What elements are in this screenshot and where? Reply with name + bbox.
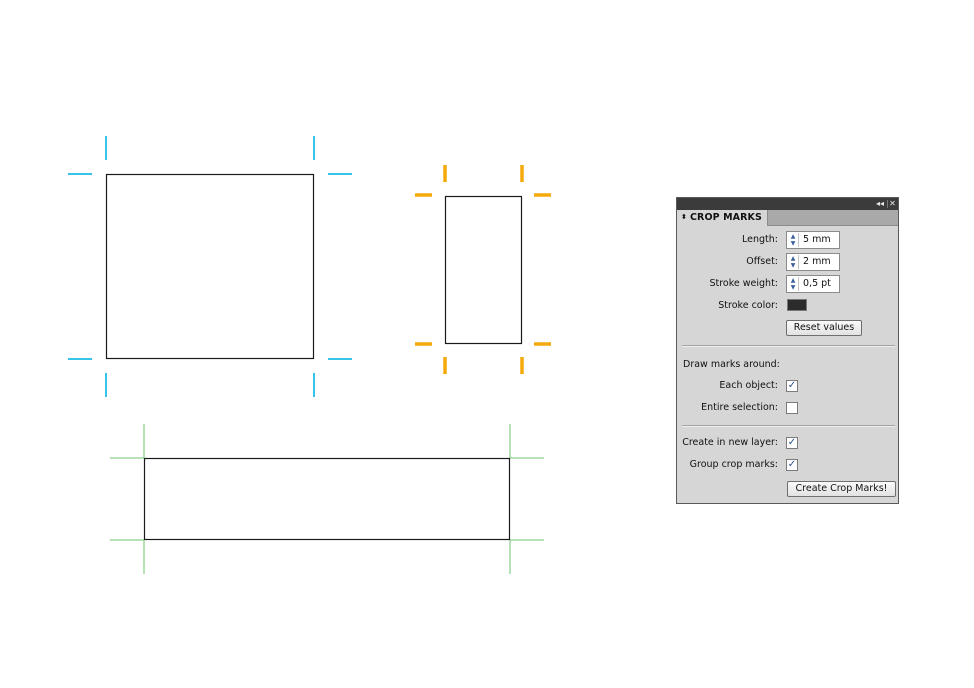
tab-options-arrows-icon: ⬍ [681,213,687,221]
panel-titlebar[interactable]: ◂◂ ✕ [677,198,898,210]
create-crop-marks-button[interactable]: Create Crop Marks! [787,481,896,497]
length-label: Length: [742,234,778,245]
collapse-panel-icon[interactable]: ◂◂ [875,198,885,210]
length-stepper[interactable]: ▲ ▼ 5 mm [786,231,840,249]
offset-stepper[interactable]: ▲ ▼ 2 mm [786,253,840,271]
cyan-target-rectangle[interactable] [105,173,315,360]
stepper-arrows-icon[interactable]: ▲ ▼ [788,277,799,291]
stroke-color-swatch[interactable] [787,299,807,311]
tab-crop-marks[interactable]: ⬍ CROP MARKS [677,210,768,226]
orange-target-rectangle[interactable] [444,195,523,345]
cyan-crop-marks [68,136,352,397]
entire-selection-label: Entire selection: [701,402,778,413]
cyan-crop-marked-rectangle[interactable] [68,136,352,397]
green-target-rectangle[interactable] [143,457,511,541]
panel-tabbar: ⬍ CROP MARKS [677,210,898,226]
entire-selection-checkbox[interactable] [786,402,798,414]
stroke-weight-stepper[interactable]: ▲ ▼ 0,5 pt [786,275,840,293]
reset-values-button[interactable]: Reset values [786,320,862,336]
tab-title: CROP MARKS [689,212,762,223]
group-crop-marks-checkbox[interactable]: ✓ [786,459,798,471]
stroke-weight-value[interactable]: 0,5 pt [803,276,831,292]
section-divider [682,345,895,347]
crop-marks-panel: ◂◂ ✕ ⬍ CROP MARKS Length: ▲ ▼ 5 mm Offset:… [676,197,899,504]
stroke-color-label: Stroke color: [718,300,778,311]
stepper-arrows-icon[interactable]: ▲ ▼ [788,233,799,247]
green-crop-marks [110,424,544,574]
close-icon[interactable]: ✕ [888,198,897,210]
stepper-arrows-icon[interactable]: ▲ ▼ [788,255,799,269]
orange-crop-marked-rectangle[interactable] [415,165,551,374]
section-divider [682,425,895,427]
each-object-checkbox[interactable]: ✓ [786,380,798,392]
create-in-new-layer-checkbox[interactable]: ✓ [786,437,798,449]
create-in-new-layer-label: Create in new layer: [682,437,778,448]
group-crop-marks-label: Group crop marks: [689,459,778,470]
offset-label: Offset: [746,256,778,267]
stroke-weight-label: Stroke weight: [709,278,778,289]
offset-value[interactable]: 2 mm [803,254,831,270]
draw-marks-around-label: Draw marks around: [683,359,780,370]
length-value[interactable]: 5 mm [803,232,831,248]
each-object-label: Each object: [719,380,778,391]
green-crop-marked-rectangle[interactable] [110,424,544,574]
